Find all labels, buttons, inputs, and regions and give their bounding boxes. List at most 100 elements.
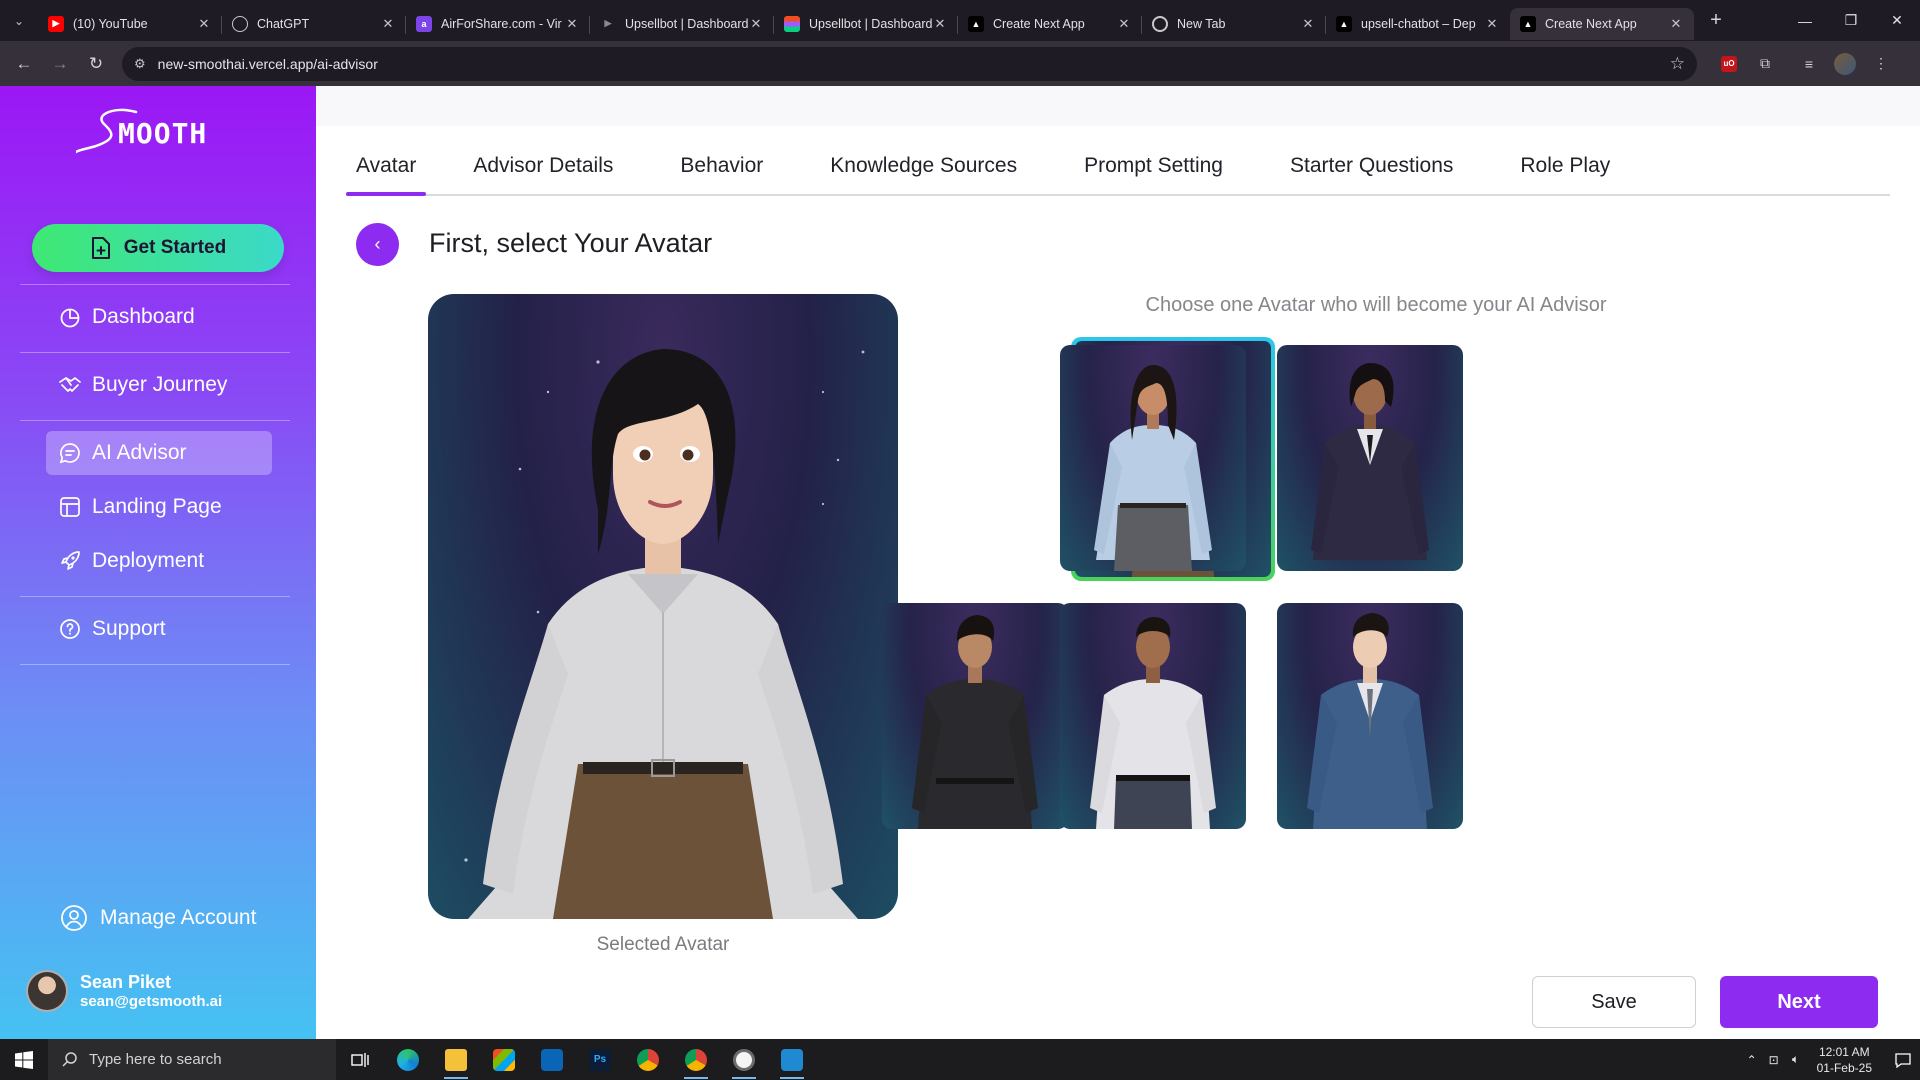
sidebar-item-deployment[interactable]: Deployment bbox=[46, 539, 272, 583]
browser-tab[interactable]: Upsellbot | Dashboard ✕ bbox=[774, 8, 958, 40]
volume-icon[interactable]: 🔈︎ bbox=[1785, 1052, 1807, 1067]
user-name: Sean Piket bbox=[80, 972, 172, 992]
get-started-button[interactable]: Get Started bbox=[32, 224, 284, 272]
user-profile[interactable]: Sean Piket sean@getsmooth.ai bbox=[26, 970, 222, 1012]
chrome-profile-icon[interactable] bbox=[672, 1039, 720, 1080]
selected-avatar-preview bbox=[428, 294, 898, 919]
chrome-profile-2-icon[interactable] bbox=[720, 1039, 768, 1080]
sidebar-divider bbox=[20, 664, 290, 665]
next-button[interactable]: Next bbox=[1720, 976, 1878, 1028]
back-button[interactable]: ‹ bbox=[356, 223, 399, 266]
avatar-option[interactable] bbox=[1277, 603, 1463, 829]
help-circle-icon bbox=[58, 617, 82, 641]
advisor-tabs: Avatar Advisor Details Behavior Knowledg… bbox=[346, 146, 1890, 196]
sidebar-item-ai-advisor[interactable]: AI Advisor bbox=[46, 431, 272, 475]
avatar-option[interactable] bbox=[882, 603, 1068, 829]
avatar-option[interactable] bbox=[1060, 603, 1246, 829]
extensions-puzzle-icon[interactable]: ⧉ bbox=[1747, 46, 1783, 82]
chrome-icon[interactable] bbox=[624, 1039, 672, 1080]
profile-avatar[interactable] bbox=[1827, 46, 1863, 82]
layout-icon bbox=[58, 495, 82, 519]
browser-tab[interactable]: ChatGPT ✕ bbox=[222, 8, 406, 40]
site-settings-icon[interactable]: ⚙ bbox=[134, 56, 146, 72]
smooth-logo[interactable]: MOOTH bbox=[74, 106, 240, 156]
airforshare-icon: a bbox=[416, 15, 432, 32]
get-started-label: Get Started bbox=[123, 237, 227, 258]
taskbar-clock[interactable]: 12:01 AM 01-Feb-25 bbox=[1817, 1044, 1872, 1076]
outlook-icon[interactable] bbox=[528, 1039, 576, 1080]
restore-icon[interactable]: ❐ bbox=[1828, 0, 1874, 41]
save-button[interactable]: Save bbox=[1532, 976, 1696, 1028]
choose-avatar-caption: Choose one Avatar who will become your A… bbox=[1145, 294, 1607, 316]
media-controls-icon[interactable]: ≡ bbox=[1791, 46, 1827, 82]
browser-tab[interactable]: a AirForShare.com - Vir ✕ bbox=[406, 8, 590, 40]
windows-start-icon[interactable] bbox=[0, 1039, 48, 1080]
close-tab-icon[interactable]: ✕ bbox=[1484, 16, 1500, 32]
network-icon[interactable]: ⊡ bbox=[1763, 1053, 1785, 1067]
browser-toolbar: ← → ↻ ⚙ new-smoothai.vercel.app/ai-advis… bbox=[0, 41, 1920, 86]
sidebar-item-dashboard[interactable]: Dashboard bbox=[46, 295, 272, 339]
close-tab-icon[interactable]: ✕ bbox=[748, 16, 764, 32]
browser-tab[interactable]: New Tab ✕ bbox=[1142, 8, 1326, 40]
sidebar-divider bbox=[20, 352, 290, 353]
edge-icon[interactable] bbox=[384, 1039, 432, 1080]
task-view-icon[interactable] bbox=[336, 1039, 384, 1080]
browser-tab[interactable]: ▲ Create Next App ✕ bbox=[958, 8, 1142, 40]
avatar-option[interactable] bbox=[1277, 345, 1463, 571]
new-tab-button[interactable]: + bbox=[1700, 5, 1732, 37]
tab-list: ▶ (10) YouTube ✕ ChatGPT ✕ a AirForShare… bbox=[38, 0, 1694, 41]
tab-avatar[interactable]: Avatar bbox=[346, 146, 427, 196]
tab-starter-questions[interactable]: Starter Questions bbox=[1290, 146, 1453, 194]
close-tab-icon[interactable]: ✕ bbox=[932, 16, 948, 32]
sidebar-item-label: Landing Page bbox=[92, 495, 222, 518]
file-explorer-icon[interactable] bbox=[432, 1039, 480, 1080]
tray-chevron-up-icon[interactable]: ⌃ bbox=[1741, 1053, 1763, 1067]
microsoft-store-icon[interactable] bbox=[480, 1039, 528, 1080]
vscode-icon[interactable] bbox=[768, 1039, 816, 1080]
kebab-menu-icon[interactable]: ⋮ bbox=[1863, 46, 1899, 82]
sidebar-item-buyer-journey[interactable]: Buyer Journey bbox=[46, 363, 272, 407]
sidebar-divider bbox=[20, 596, 290, 597]
browser-tab[interactable]: ▶ (10) YouTube ✕ bbox=[38, 8, 222, 40]
close-tab-icon[interactable]: ✕ bbox=[1116, 16, 1132, 32]
close-tab-icon[interactable]: ✕ bbox=[1300, 16, 1316, 32]
sidebar-item-support[interactable]: Support bbox=[46, 607, 272, 651]
photoshop-icon[interactable]: Ps bbox=[576, 1039, 624, 1080]
upsellbot-icon: ▶ bbox=[604, 18, 612, 28]
manage-account-button[interactable]: Manage Account bbox=[60, 904, 256, 932]
address-bar[interactable]: ⚙ new-smoothai.vercel.app/ai-advisor ☆ bbox=[122, 46, 1697, 81]
close-tab-icon[interactable]: ✕ bbox=[196, 16, 212, 32]
sidebar-divider bbox=[20, 420, 290, 421]
tab-behavior[interactable]: Behavior bbox=[680, 146, 763, 194]
close-tab-icon[interactable]: ✕ bbox=[380, 16, 396, 32]
close-tab-icon[interactable]: ✕ bbox=[1668, 16, 1684, 32]
windows-taskbar: Type here to search Ps ⌃ ⊡ 🔈︎ 12:01 AM 0… bbox=[0, 1039, 1920, 1080]
tab-knowledge-sources[interactable]: Knowledge Sources bbox=[830, 146, 1017, 194]
tab-search-dropdown-icon[interactable]: ⌄ bbox=[0, 0, 38, 41]
minimize-icon[interactable]: — bbox=[1782, 0, 1828, 41]
browser-tab[interactable]: ▲ upsell-chatbot – Dep ✕ bbox=[1326, 8, 1510, 40]
tab-role-play[interactable]: Role Play bbox=[1520, 146, 1610, 194]
figma-icon bbox=[784, 15, 800, 32]
ublock-extension-icon[interactable]: uO bbox=[1711, 46, 1747, 82]
close-tab-icon[interactable]: ✕ bbox=[564, 16, 580, 32]
browser-tab-active[interactable]: ▲ Create Next App ✕ bbox=[1510, 7, 1694, 40]
tab-advisor-details[interactable]: Advisor Details bbox=[473, 146, 613, 194]
bookmark-star-icon[interactable]: ☆ bbox=[1670, 54, 1685, 74]
selected-avatar-caption: Selected Avatar bbox=[596, 934, 730, 955]
close-window-icon[interactable]: ✕ bbox=[1874, 0, 1920, 41]
tab-prompt-setting[interactable]: Prompt Setting bbox=[1084, 146, 1223, 194]
forward-arrow-icon[interactable]: → bbox=[42, 46, 78, 82]
sidebar-item-landing-page[interactable]: Landing Page bbox=[46, 485, 272, 529]
browser-tab-strip: ⌄ ▶ (10) YouTube ✕ ChatGPT ✕ a AirForSha… bbox=[0, 0, 1920, 41]
sidebar-divider bbox=[20, 284, 290, 285]
reload-icon[interactable]: ↻ bbox=[78, 46, 114, 82]
avatar-option[interactable] bbox=[1060, 345, 1246, 571]
sidebar-item-label: Buyer Journey bbox=[92, 373, 228, 396]
document-plus-icon bbox=[90, 236, 112, 260]
browser-tab[interactable]: ▶ Upsellbot | Dashboard ✕ bbox=[590, 8, 774, 40]
taskbar-search-input[interactable]: Type here to search bbox=[48, 1039, 336, 1080]
pie-chart-icon bbox=[58, 305, 82, 329]
back-arrow-icon[interactable]: ← bbox=[6, 46, 42, 82]
notifications-icon[interactable] bbox=[1886, 1039, 1920, 1080]
